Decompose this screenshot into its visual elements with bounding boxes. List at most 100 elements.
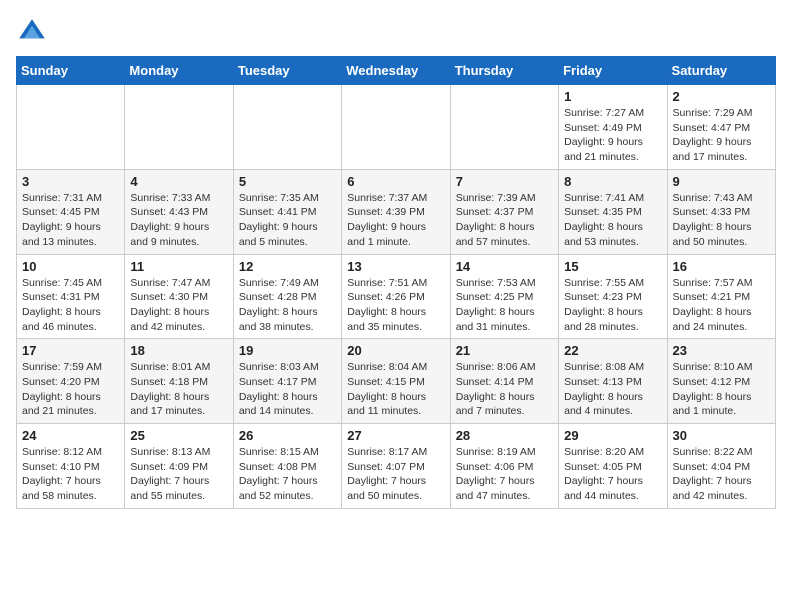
day-number: 27 (347, 428, 444, 443)
day-cell: 29Sunrise: 8:20 AM Sunset: 4:05 PM Dayli… (559, 424, 667, 509)
day-number: 10 (22, 259, 119, 274)
day-number: 30 (673, 428, 770, 443)
day-cell: 28Sunrise: 8:19 AM Sunset: 4:06 PM Dayli… (450, 424, 558, 509)
weekday-header-monday: Monday (125, 57, 233, 85)
day-info: Sunrise: 7:55 AM Sunset: 4:23 PM Dayligh… (564, 276, 661, 335)
day-info: Sunrise: 8:10 AM Sunset: 4:12 PM Dayligh… (673, 360, 770, 419)
logo (16, 16, 52, 48)
day-cell: 17 Sunrise: 7:59 AM Sunset: 4:20 PM Dayli… (17, 339, 125, 424)
day-cell: 23 Sunrise: 8:10 AM Sunset: 4:12 PM Dayli… (667, 339, 775, 424)
day-number: 14 (456, 259, 553, 274)
day-info: Sunrise: 8:13 AM Sunset: 4:09 PM Dayligh… (130, 445, 227, 504)
day-number: 29 (564, 428, 661, 443)
weekday-header-friday: Friday (559, 57, 667, 85)
day-cell: 10 Sunrise: 7:45 AM Sunset: 4:31 PM Dayli… (17, 254, 125, 339)
weekday-header-sunday: Sunday (17, 57, 125, 85)
day-number: 13 (347, 259, 444, 274)
day-cell: 26Sunrise: 8:15 AM Sunset: 4:08 PM Dayli… (233, 424, 341, 509)
day-number: 26 (239, 428, 336, 443)
day-number: 19 (239, 343, 336, 358)
day-info: Sunrise: 7:35 AM Sunset: 4:41 PM Dayligh… (239, 191, 336, 250)
day-info: Sunrise: 7:39 AM Sunset: 4:37 PM Dayligh… (456, 191, 553, 250)
day-number: 12 (239, 259, 336, 274)
day-cell: 20 Sunrise: 8:04 AM Sunset: 4:15 PM Dayli… (342, 339, 450, 424)
day-info: Sunrise: 7:31 AM Sunset: 4:45 PM Dayligh… (22, 191, 119, 250)
day-info: Sunrise: 8:22 AM Sunset: 4:04 PM Dayligh… (673, 445, 770, 504)
day-number: 18 (130, 343, 227, 358)
day-info: Sunrise: 8:17 AM Sunset: 4:07 PM Dayligh… (347, 445, 444, 504)
day-cell: 15 Sunrise: 7:55 AM Sunset: 4:23 PM Dayli… (559, 254, 667, 339)
day-cell: 14Sunrise: 7:53 AM Sunset: 4:25 PM Dayli… (450, 254, 558, 339)
week-row-0: 1Sunrise: 7:27 AM Sunset: 4:49 PM Daylig… (17, 85, 776, 170)
day-number: 1 (564, 89, 661, 104)
day-cell: 19 Sunrise: 8:03 AM Sunset: 4:17 PM Dayli… (233, 339, 341, 424)
day-info: Sunrise: 7:49 AM Sunset: 4:28 PM Dayligh… (239, 276, 336, 335)
day-cell: 5 Sunrise: 7:35 AM Sunset: 4:41 PM Daylig… (233, 169, 341, 254)
day-number: 23 (673, 343, 770, 358)
day-info: Sunrise: 7:33 AM Sunset: 4:43 PM Dayligh… (130, 191, 227, 250)
day-cell (125, 85, 233, 170)
day-cell: 6 Sunrise: 7:37 AM Sunset: 4:39 PM Daylig… (342, 169, 450, 254)
day-info: Sunrise: 7:45 AM Sunset: 4:31 PM Dayligh… (22, 276, 119, 335)
day-cell: 2 Sunrise: 7:29 AM Sunset: 4:47 PM Daylig… (667, 85, 775, 170)
day-cell: 27 Sunrise: 8:17 AM Sunset: 4:07 PM Dayli… (342, 424, 450, 509)
calendar: SundayMondayTuesdayWednesdayThursdayFrid… (16, 56, 776, 509)
page-header (16, 16, 776, 48)
day-cell: 12 Sunrise: 7:49 AM Sunset: 4:28 PM Dayli… (233, 254, 341, 339)
day-cell: 25 Sunrise: 8:13 AM Sunset: 4:09 PM Dayli… (125, 424, 233, 509)
day-number: 20 (347, 343, 444, 358)
day-info: Sunrise: 8:08 AM Sunset: 4:13 PM Dayligh… (564, 360, 661, 419)
day-info: Sunrise: 7:57 AM Sunset: 4:21 PM Dayligh… (673, 276, 770, 335)
day-cell: 7 Sunrise: 7:39 AM Sunset: 4:37 PM Daylig… (450, 169, 558, 254)
day-info: Sunrise: 7:47 AM Sunset: 4:30 PM Dayligh… (130, 276, 227, 335)
day-cell: 16Sunrise: 7:57 AM Sunset: 4:21 PM Dayli… (667, 254, 775, 339)
day-cell: 8Sunrise: 7:41 AM Sunset: 4:35 PM Daylig… (559, 169, 667, 254)
logo-icon (16, 16, 48, 48)
day-number: 24 (22, 428, 119, 443)
day-info: Sunrise: 7:51 AM Sunset: 4:26 PM Dayligh… (347, 276, 444, 335)
weekday-header-saturday: Saturday (667, 57, 775, 85)
week-row-3: 17 Sunrise: 7:59 AM Sunset: 4:20 PM Dayli… (17, 339, 776, 424)
day-info: Sunrise: 7:43 AM Sunset: 4:33 PM Dayligh… (673, 191, 770, 250)
day-number: 22 (564, 343, 661, 358)
day-number: 6 (347, 174, 444, 189)
day-cell: 3 Sunrise: 7:31 AM Sunset: 4:45 PM Daylig… (17, 169, 125, 254)
day-info: Sunrise: 7:59 AM Sunset: 4:20 PM Dayligh… (22, 360, 119, 419)
day-cell: 30 Sunrise: 8:22 AM Sunset: 4:04 PM Dayli… (667, 424, 775, 509)
day-number: 9 (673, 174, 770, 189)
day-cell (233, 85, 341, 170)
day-number: 17 (22, 343, 119, 358)
day-cell (450, 85, 558, 170)
day-cell: 9 Sunrise: 7:43 AM Sunset: 4:33 PM Daylig… (667, 169, 775, 254)
day-number: 3 (22, 174, 119, 189)
day-cell: 1Sunrise: 7:27 AM Sunset: 4:49 PM Daylig… (559, 85, 667, 170)
day-info: Sunrise: 8:01 AM Sunset: 4:18 PM Dayligh… (130, 360, 227, 419)
week-row-2: 10 Sunrise: 7:45 AM Sunset: 4:31 PM Dayli… (17, 254, 776, 339)
day-cell: 4 Sunrise: 7:33 AM Sunset: 4:43 PM Daylig… (125, 169, 233, 254)
weekday-header-tuesday: Tuesday (233, 57, 341, 85)
day-info: Sunrise: 8:04 AM Sunset: 4:15 PM Dayligh… (347, 360, 444, 419)
calendar-header-row: SundayMondayTuesdayWednesdayThursdayFrid… (17, 57, 776, 85)
day-info: Sunrise: 7:37 AM Sunset: 4:39 PM Dayligh… (347, 191, 444, 250)
weekday-header-thursday: Thursday (450, 57, 558, 85)
day-cell: 11 Sunrise: 7:47 AM Sunset: 4:30 PM Dayli… (125, 254, 233, 339)
day-cell: 13 Sunrise: 7:51 AM Sunset: 4:26 PM Dayli… (342, 254, 450, 339)
day-number: 28 (456, 428, 553, 443)
day-number: 11 (130, 259, 227, 274)
day-cell: 18 Sunrise: 8:01 AM Sunset: 4:18 PM Dayli… (125, 339, 233, 424)
day-number: 25 (130, 428, 227, 443)
day-cell: 22 Sunrise: 8:08 AM Sunset: 4:13 PM Dayli… (559, 339, 667, 424)
day-number: 7 (456, 174, 553, 189)
day-info: Sunrise: 8:06 AM Sunset: 4:14 PM Dayligh… (456, 360, 553, 419)
weekday-header-wednesday: Wednesday (342, 57, 450, 85)
day-number: 2 (673, 89, 770, 104)
day-cell: 21Sunrise: 8:06 AM Sunset: 4:14 PM Dayli… (450, 339, 558, 424)
day-number: 4 (130, 174, 227, 189)
day-info: Sunrise: 8:03 AM Sunset: 4:17 PM Dayligh… (239, 360, 336, 419)
day-number: 5 (239, 174, 336, 189)
day-number: 8 (564, 174, 661, 189)
day-cell (342, 85, 450, 170)
day-info: Sunrise: 7:29 AM Sunset: 4:47 PM Dayligh… (673, 106, 770, 165)
day-cell: 24Sunrise: 8:12 AM Sunset: 4:10 PM Dayli… (17, 424, 125, 509)
day-number: 15 (564, 259, 661, 274)
